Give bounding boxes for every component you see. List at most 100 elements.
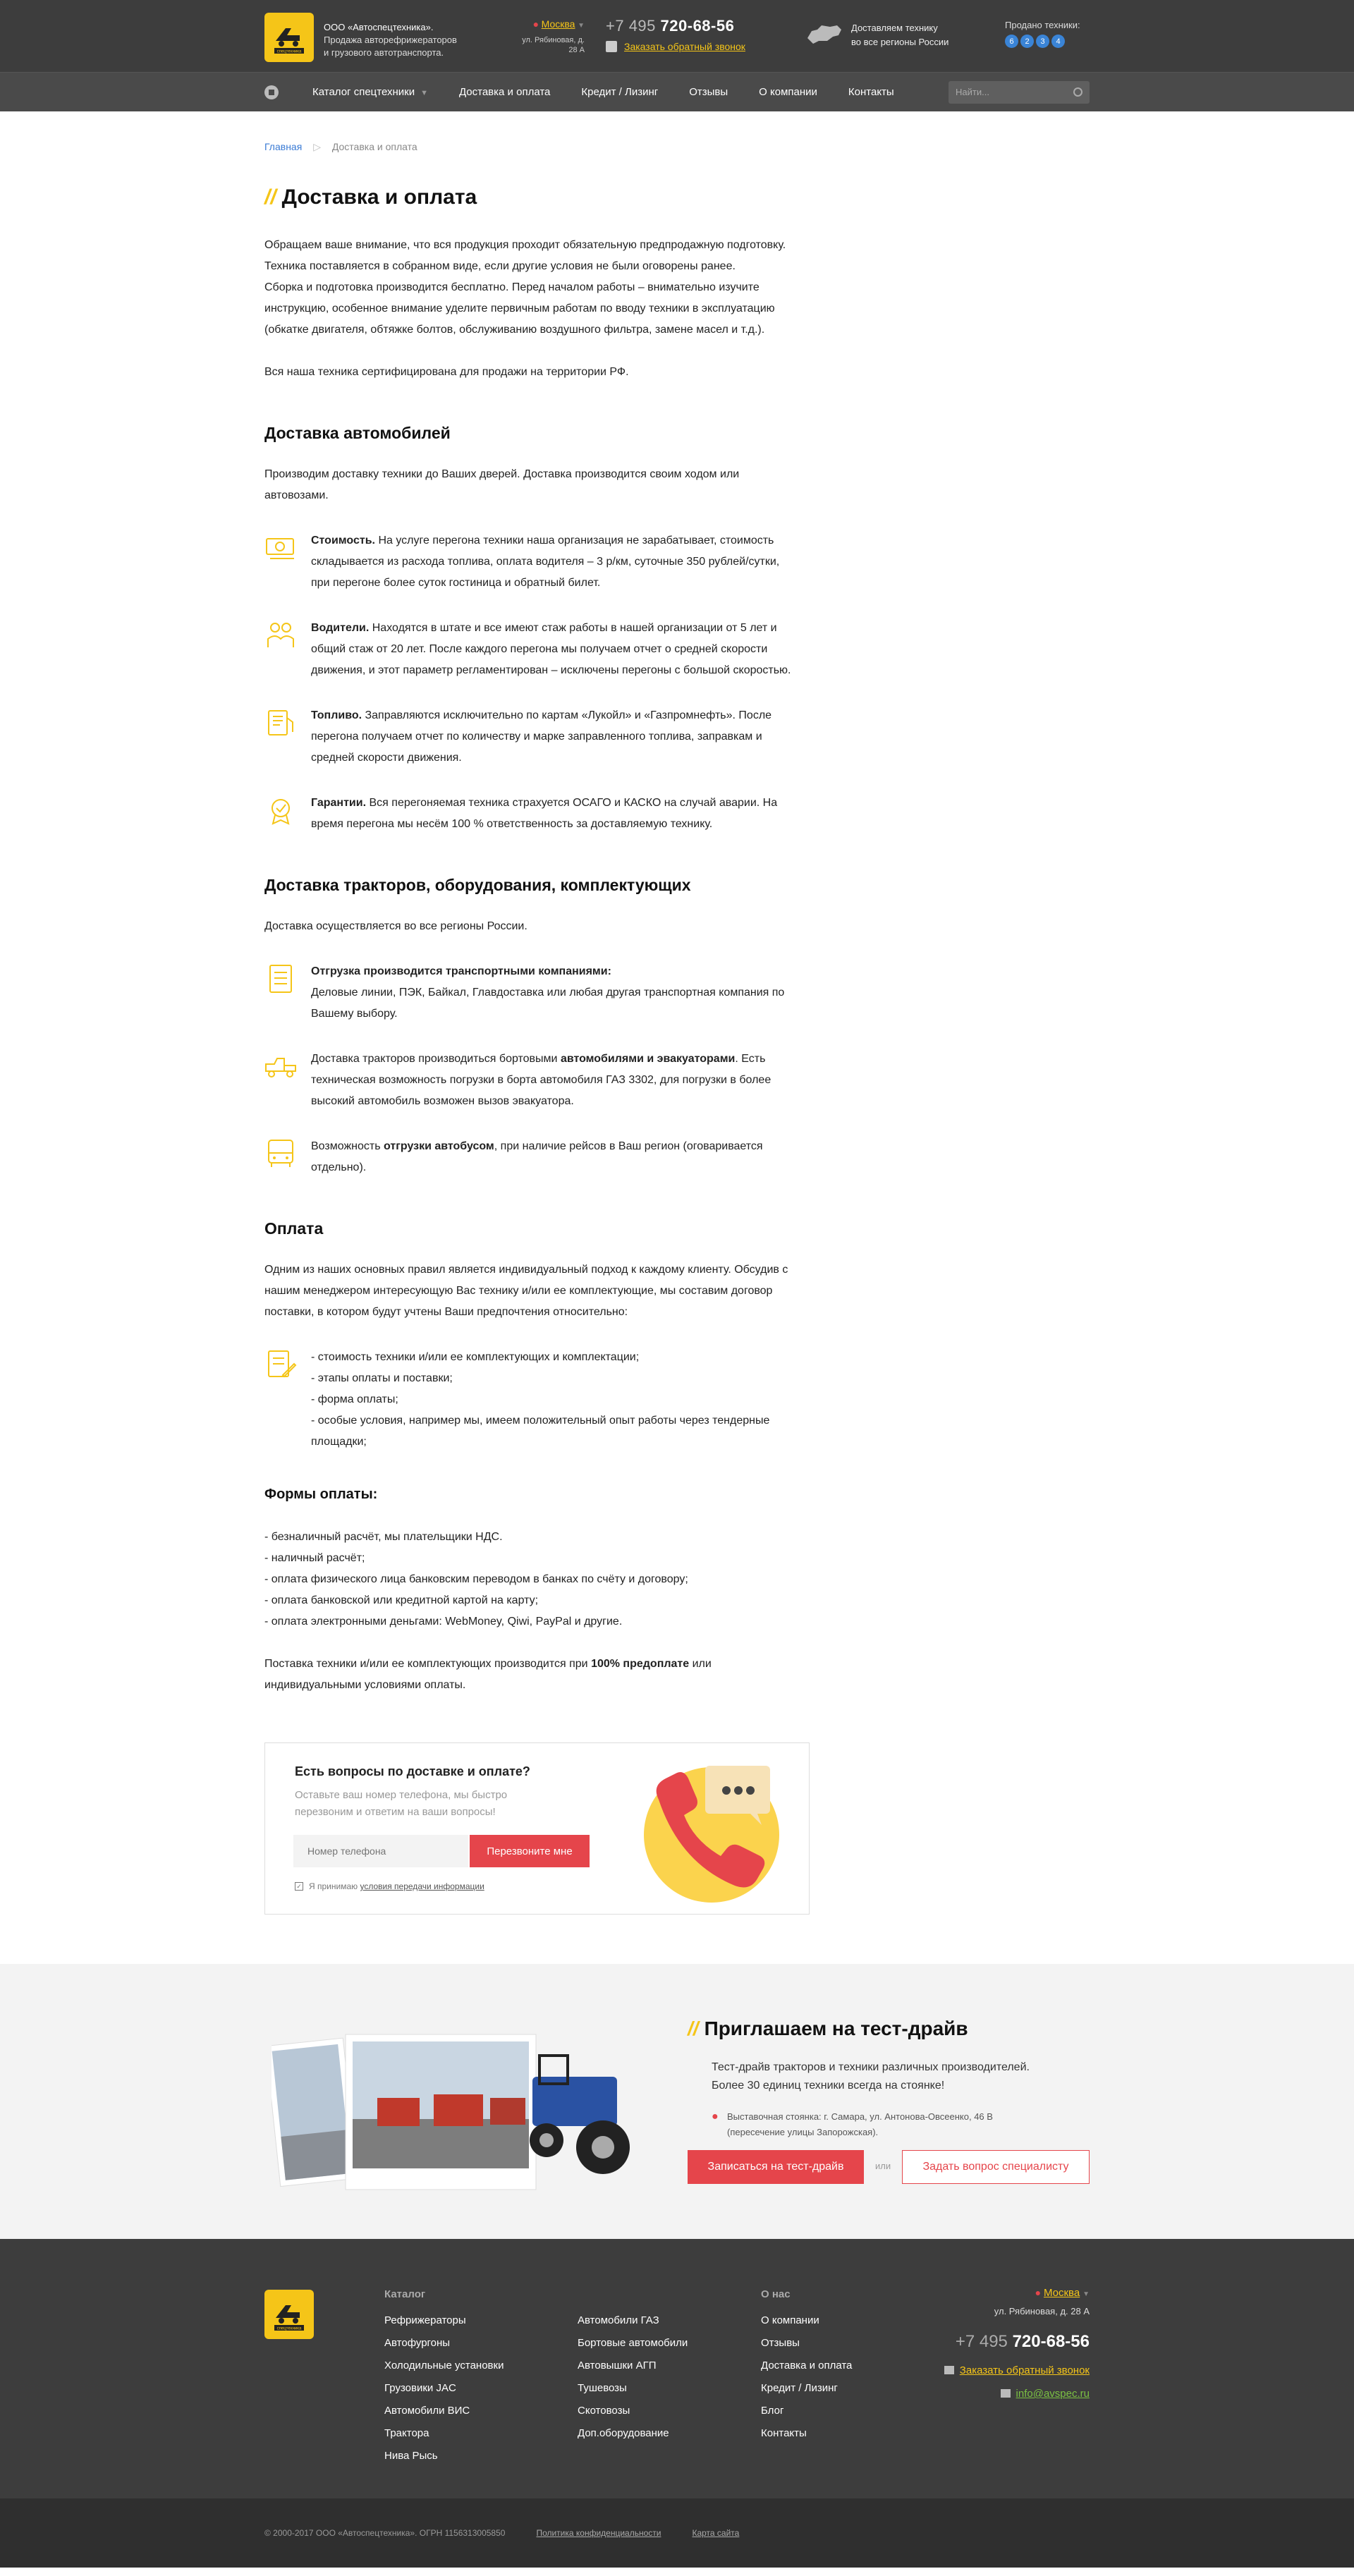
footer-link[interactable]: Блог bbox=[761, 2400, 852, 2422]
company-desc-1: Продажа авторефрижераторов bbox=[324, 35, 457, 45]
footer-link[interactable]: Контакты bbox=[761, 2422, 852, 2445]
sold-digit: 6 bbox=[1005, 35, 1018, 48]
deliver-line-2: во все регионы России bbox=[851, 37, 949, 47]
callback-link[interactable]: Заказать обратный звонок bbox=[606, 41, 745, 52]
checkbox-icon[interactable]: ✓ bbox=[295, 1882, 303, 1891]
chevron-down-icon: ▼ bbox=[578, 22, 585, 30]
intro-paragraph: Сборка и подготовка производится бесплат… bbox=[264, 281, 775, 336]
agree-link[interactable]: условия передачи информации bbox=[360, 1881, 484, 1891]
page-title: //Доставка и оплата bbox=[264, 185, 477, 209]
header-phone[interactable]: +7 495 720-68-56 bbox=[606, 17, 734, 35]
nav-item-reviews[interactable]: Отзывы bbox=[689, 86, 728, 98]
feature-bus: Возможность отгрузки автобусом, при нали… bbox=[264, 1136, 800, 1178]
tow-truck-icon bbox=[265, 1058, 296, 1078]
footer-callback-link[interactable]: Заказать обратный звонок bbox=[944, 2364, 1090, 2376]
test-drive-address: ● Выставочная стоянка: г. Самара, ул. Ан… bbox=[712, 2109, 993, 2140]
city-selector[interactable]: Москва bbox=[542, 18, 575, 30]
breadcrumb-current: Доставка и оплата bbox=[331, 141, 417, 152]
test-drive-line-1: Тест-драйв тракторов и техники различных… bbox=[712, 2061, 1030, 2073]
call-me-button[interactable]: Перезвоните мне bbox=[470, 1835, 590, 1867]
footer-link[interactable]: Автовышки АГП bbox=[578, 2355, 688, 2377]
search-icon[interactable] bbox=[1073, 87, 1082, 97]
footer-logo[interactable]: спецтехника bbox=[264, 2290, 314, 2339]
footer: спецтехника Каталог Рефрижераторы Автофу… bbox=[0, 2239, 1354, 2498]
callback-form: Есть вопросы по доставке и оплате? Остав… bbox=[264, 1742, 810, 1915]
footer-link[interactable]: Отзывы bbox=[761, 2332, 852, 2355]
home-icon[interactable] bbox=[264, 85, 279, 99]
feature-drivers: Водители. Находятся в штате и все имеют … bbox=[264, 618, 800, 681]
footer-link[interactable]: Нива Рысь bbox=[384, 2445, 504, 2467]
test-drive-photos bbox=[272, 2034, 630, 2190]
footer-link[interactable]: Доп.оборудование bbox=[578, 2422, 688, 2445]
nav-item-delivery[interactable]: Доставка и оплата bbox=[459, 86, 550, 98]
footer-link[interactable]: Автофургоны bbox=[384, 2332, 504, 2355]
footer-email-link[interactable]: info@avspec.ru bbox=[944, 2388, 1090, 2400]
footer-catalog-title: Каталог bbox=[384, 2288, 426, 2300]
footer-link[interactable]: Бортовые автомобили bbox=[578, 2332, 688, 2355]
footer-link[interactable]: Рефрижераторы bbox=[384, 2309, 504, 2332]
location-pin-icon: ● bbox=[1035, 2287, 1042, 2298]
bottom-bar: © 2000-2017 ООО «Автоспецтехника». ОГРН … bbox=[0, 2498, 1354, 2568]
chevron-down-icon: ▼ bbox=[1082, 2290, 1090, 2298]
test-drive-line-2: Более 30 единиц техники всегда на стоянк… bbox=[712, 2080, 945, 2092]
list-item: - форма оплаты; bbox=[311, 1393, 398, 1405]
footer-link[interactable]: Трактора bbox=[384, 2422, 504, 2445]
logo-icon: спецтехника bbox=[270, 18, 308, 56]
list-item: - этапы оплаты и поставки; bbox=[311, 1372, 453, 1384]
company-desc-2: и грузового автотранспорта. bbox=[324, 47, 444, 58]
tractors-lead: Доставка осуществляется во все регионы Р… bbox=[264, 920, 527, 932]
callback-label: Заказать обратный звонок bbox=[624, 41, 745, 52]
money-icon bbox=[266, 538, 294, 559]
nav-item-credit[interactable]: Кредит / Лизинг bbox=[581, 86, 658, 98]
signup-test-drive-button[interactable]: Записаться на тест-драйв bbox=[688, 2150, 864, 2184]
phone-input[interactable] bbox=[293, 1835, 468, 1867]
main-content: Главная ▷ Доставка и оплата //Доставка и… bbox=[264, 111, 1090, 1915]
ask-specialist-button[interactable]: Задать вопрос специалисту bbox=[902, 2150, 1090, 2184]
footer-link[interactable]: Грузовики JAC bbox=[384, 2377, 504, 2400]
breadcrumb-separator-icon: ▷ bbox=[313, 141, 321, 152]
search-placeholder: Найти... bbox=[956, 87, 989, 97]
footer-link[interactable]: Автомобили ГАЗ bbox=[578, 2309, 688, 2332]
nav-item-contacts[interactable]: Контакты bbox=[848, 86, 894, 98]
nav-item-catalog[interactable]: Каталог спецтехники ▼ bbox=[312, 86, 428, 98]
footer-link[interactable]: Автомобили ВИС bbox=[384, 2400, 504, 2422]
company-name: ООО «Автоспецтехника». bbox=[324, 22, 434, 32]
footer-link[interactable]: Кредит / Лизинг bbox=[761, 2377, 852, 2400]
footer-link[interactable]: О компании bbox=[761, 2309, 852, 2332]
search-input[interactable]: Найти... bbox=[949, 80, 1090, 104]
list-item: - оплата электронными деньгами: WebMoney… bbox=[264, 1616, 623, 1628]
footer-catalog-col2: Автомобили ГАЗ Бортовые автомобили Автов… bbox=[578, 2288, 688, 2445]
footer-contacts: ● Москва ▼ ул. Рябиновая, д. 28 А +7 495… bbox=[944, 2287, 1090, 2400]
footer-link[interactable]: Холодильные установки bbox=[384, 2355, 504, 2377]
intro-paragraph: Техника поставляется в собранном виде, е… bbox=[264, 260, 736, 272]
company-info: ООО «Автоспецтехника». Продажа авторефри… bbox=[324, 21, 479, 59]
breadcrumb-home[interactable]: Главная bbox=[264, 141, 302, 152]
section-title-payment: Оплата bbox=[264, 1219, 324, 1238]
phone-icon bbox=[944, 2366, 954, 2374]
footer-catalog-col1: Каталог Рефрижераторы Автофургоны Холоди… bbox=[384, 2288, 504, 2467]
footer-phone[interactable]: +7 495 720-68-56 bbox=[944, 2332, 1090, 2352]
deliver-line-1: Доставляем технику bbox=[851, 23, 938, 33]
agree-checkbox[interactable]: ✓ Я принимаю условия передачи информации bbox=[295, 1881, 484, 1891]
list-item: - оплата банковской или кредитной картой… bbox=[264, 1594, 539, 1606]
address-line-1: Выставочная стоянка: г. Самара, ул. Анто… bbox=[727, 2111, 993, 2122]
privacy-link[interactable]: Политика конфиденциальности bbox=[536, 2528, 661, 2538]
address-line-1: ул. Рябиновая, bbox=[522, 36, 576, 44]
russia-map-icon bbox=[807, 25, 841, 44]
footer-link[interactable]: Тушевозы bbox=[578, 2377, 688, 2400]
footer-city-selector[interactable]: Москва bbox=[1044, 2287, 1080, 2299]
phone-number: 720-68-56 bbox=[660, 17, 735, 35]
list-item: - особые условия, например мы, имеем пол… bbox=[311, 1415, 770, 1448]
footer-link[interactable]: Скотовозы bbox=[578, 2400, 688, 2422]
logo[interactable]: спецтехника bbox=[264, 13, 314, 62]
sold-digit: 3 bbox=[1036, 35, 1049, 48]
top-header: спецтехника ООО «Автоспецтехника». Прода… bbox=[0, 0, 1354, 72]
test-drive-text: Тест-драйв тракторов и техники различных… bbox=[712, 2058, 1030, 2095]
section-title-tractors: Доставка тракторов, оборудования, компле… bbox=[264, 876, 691, 894]
sitemap-link[interactable]: Карта сайта bbox=[692, 2528, 739, 2538]
location-pin-icon: ● bbox=[712, 2111, 719, 2123]
nav-item-about[interactable]: О компании bbox=[759, 86, 817, 98]
list-item: - стоимость техники и/или ее комплектующ… bbox=[311, 1351, 640, 1363]
footer-link[interactable]: Доставка и оплата bbox=[761, 2355, 852, 2377]
sold-counter: Продано техники: 6 2 3 4 bbox=[1005, 20, 1090, 48]
